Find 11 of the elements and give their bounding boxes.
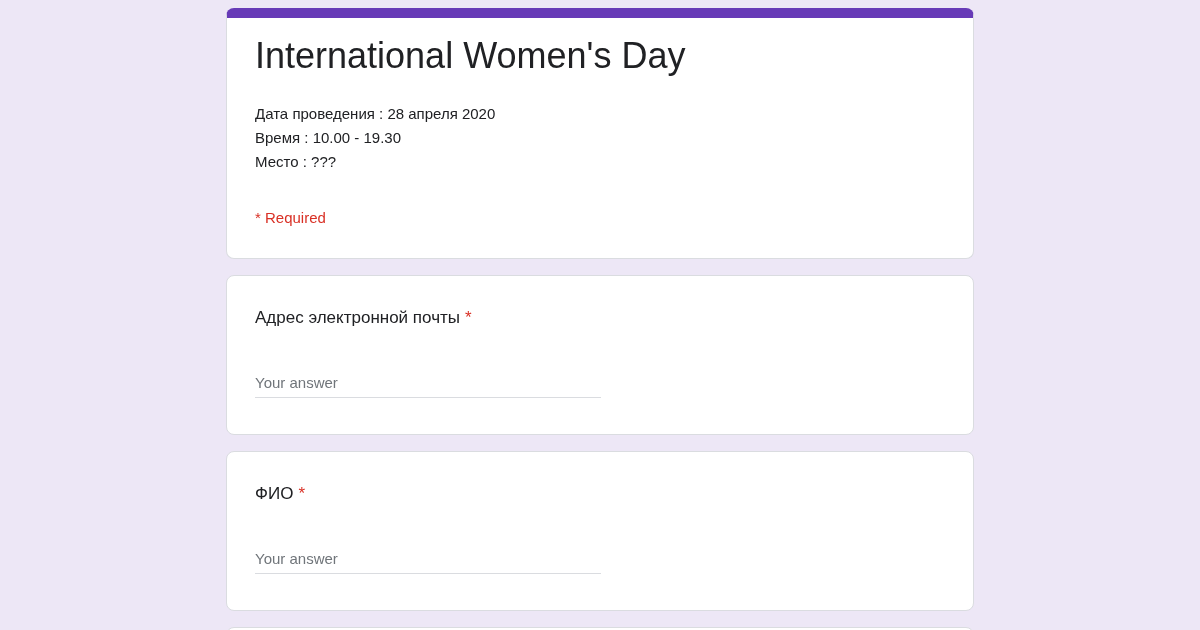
form-description-line: Время : 10.00 - 19.30 [255,128,403,148]
question-label: Адрес электронной почты [255,307,460,329]
required-note: * Required [255,208,327,228]
required-asterisk: * [465,307,472,329]
required-asterisk: * [298,483,305,505]
answer-field[interactable]: Your answer [255,546,601,574]
answer-field[interactable]: Your answer [255,370,601,398]
form-description-line: Место : ??? [255,152,338,172]
form-title: International Women's Day [255,34,687,78]
form-description-line: Дата проведения : 28 апреля 2020 [255,104,497,124]
question-label: ФИО [255,483,294,505]
